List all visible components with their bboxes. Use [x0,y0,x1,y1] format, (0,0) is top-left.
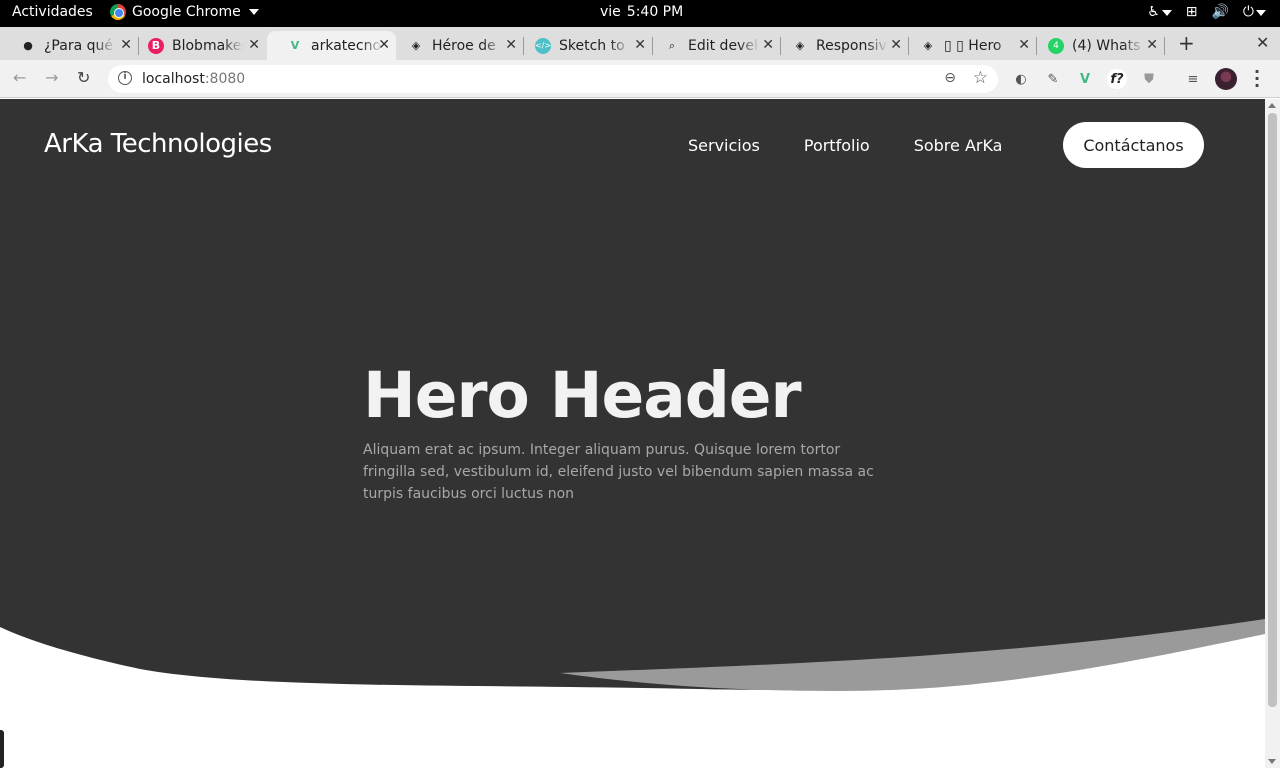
hero-title: Hero Header [363,359,802,432]
search-icon: ⌕ [668,38,676,52]
hero-section: ArKa Technologies Servicios Portfolio So… [0,99,1265,768]
media-control-icon[interactable]: ≡ [1183,69,1203,89]
chrome-logo-icon [110,4,126,20]
bookmark-star-icon[interactable]: ☆ [973,68,988,88]
tab-title: Héroe de [432,37,496,54]
side-panel-handle[interactable] [0,730,4,768]
shield-extension-icon[interactable]: ⛊ [1139,69,1159,89]
tab-title: arkatecnol [311,37,383,54]
scrollbar-thumb[interactable] [1268,113,1277,707]
codepen-icon: ◈ [795,39,805,52]
sketch-icon: </> [535,37,551,54]
close-tab-icon[interactable]: ✕ [248,37,260,53]
browser-tab[interactable]: ⌕ Edit devel ✕ [644,31,780,60]
scroll-up-icon[interactable] [1268,103,1276,108]
nav-link-services[interactable]: Servicios [688,136,760,155]
chevron-down-icon [1256,10,1266,16]
hero-background-waves [0,99,1265,691]
tab-title: ▯ ▯ Hero [944,37,1002,54]
tab-title: Blobmaker [172,37,244,54]
vue-icon: V [290,39,300,52]
browser-tab-active[interactable]: V arkatecnol ✕ [267,31,396,60]
app-menu[interactable]: Google Chrome [110,4,259,20]
system-top-bar: Actividades Google Chrome vie 5:40 PM ♿ … [0,0,1280,27]
main-nav: Servicios Portfolio Sobre ArKa [688,136,1002,155]
codepen-icon: ◈ [923,39,933,52]
browser-tab[interactable]: B Blobmaker ✕ [128,31,266,60]
browser-tab[interactable]: </> Sketch to ✕ [515,31,652,60]
reload-button[interactable]: ↻ [77,68,90,87]
scroll-down-icon[interactable] [1268,759,1276,764]
browser-tab[interactable]: ◈ Responsiv ✕ [772,31,908,60]
browser-tab[interactable]: 4 (4) Whats ✕ [1028,31,1164,60]
forward-button[interactable]: → [45,68,58,87]
browser-toolbar: ← → ↻ i localhost:8080 ⊖ ☆ ◐ ✎ V f? ⛊ ≡ [0,60,1280,98]
close-window-icon[interactable]: ✕ [1256,33,1269,52]
browser-menu-icon[interactable]: · · · [1254,64,1260,94]
tab-title: Sketch to [559,37,625,54]
address-bar[interactable]: i localhost:8080 ⊖ ☆ [108,65,998,93]
page-viewport: ArKa Technologies Servicios Portfolio So… [0,99,1265,768]
zoom-icon[interactable]: ⊖ [944,70,956,86]
clock-time: 5:40 PM [626,4,684,20]
nav-link-portfolio[interactable]: Portfolio [804,136,870,155]
url-text[interactable]: localhost:8080 [142,71,245,87]
accessibility-icon[interactable]: ♿ [1147,4,1172,20]
brand-logo[interactable]: ArKa Technologies [44,129,272,159]
page-scrollbar[interactable] [1265,99,1280,768]
dark-mode-extension-icon[interactable]: ◐ [1011,69,1031,89]
tab-strip: ● ¿Para qué ✕ B Blobmaker ✕ V arkatecnol… [0,27,1280,60]
tab-title: Responsiv [816,37,887,54]
codepen-icon: ◈ [411,39,421,52]
site-info-icon[interactable]: i [118,71,132,85]
clock[interactable]: vie 5:40 PM [600,4,683,20]
power-icon: ⏻ [1243,4,1266,20]
globe-icon: ● [23,39,33,52]
network-icon: ⊞ [1185,4,1198,20]
tab-title: ¿Para qué [44,37,113,54]
nav-link-about[interactable]: Sobre ArKa [914,136,1003,155]
contact-button[interactable]: Contáctanos [1063,122,1204,168]
profile-avatar[interactable] [1215,68,1237,90]
tab-title: Edit devel [688,37,758,54]
chevron-down-icon [248,9,259,15]
blobmaker-icon: B [148,37,164,54]
browser-tab[interactable]: ● ¿Para qué ✕ [0,31,138,60]
browser-tab[interactable]: ◈ Héroe de ✕ [388,31,523,60]
hero-description: Aliquam erat ac ipsum. Integer aliquam p… [363,442,874,502]
clock-day: vie [600,4,621,20]
tab-title: (4) Whats [1072,37,1141,54]
font-finder-extension-icon[interactable]: f? [1107,69,1127,89]
app-name: Google Chrome [132,4,241,20]
close-tab-icon[interactable]: ✕ [1146,37,1158,53]
system-tray[interactable]: ♿ ⊞ 🔊 ⏻ [1147,4,1266,20]
whatsapp-icon: 4 [1048,37,1064,54]
color-picker-extension-icon[interactable]: ✎ [1043,69,1063,89]
browser-tab[interactable]: ◈ ▯ ▯ Hero ✕ [900,31,1036,60]
volume-icon: 🔊 [1211,4,1229,20]
back-button[interactable]: ← [13,68,26,87]
new-tab-button[interactable]: + [1178,31,1195,55]
vue-devtools-extension-icon[interactable]: V [1075,69,1095,89]
chevron-down-icon [1161,10,1172,16]
activities-button[interactable]: Actividades [12,4,93,20]
